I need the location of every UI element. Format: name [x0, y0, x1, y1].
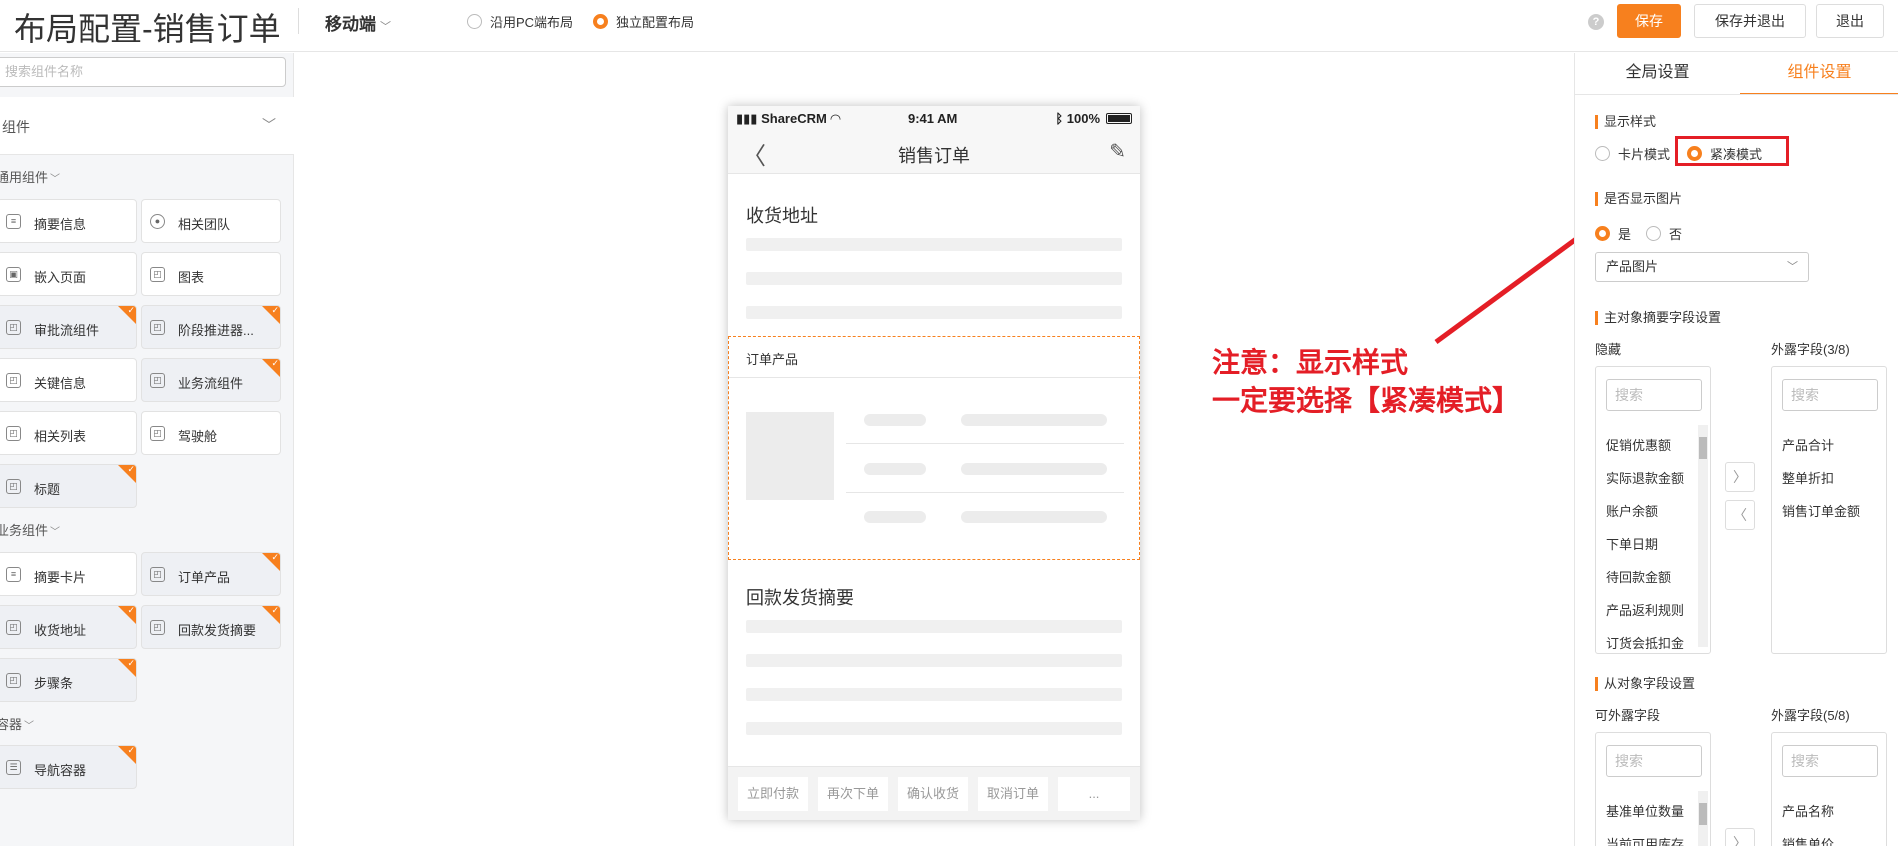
move-left-button[interactable]: 〈 — [1725, 500, 1755, 530]
list-item[interactable]: 产品名称 — [1782, 801, 1834, 820]
list-item[interactable]: 基准单位数量 — [1606, 801, 1684, 820]
list-item[interactable]: 促销优惠额 — [1606, 435, 1671, 454]
available-search-input[interactable]: 搜索 — [1606, 745, 1702, 777]
list-item[interactable]: 产品返利规则 — [1606, 600, 1684, 619]
list-item[interactable]: 整单折扣 — [1782, 468, 1834, 487]
list-item[interactable]: 当前可用库存 — [1606, 834, 1684, 846]
move-right-button[interactable]: 〉 — [1725, 462, 1755, 492]
option-label: 是 — [1618, 227, 1632, 242]
available-label: 可外露字段 — [1595, 708, 1661, 723]
list-item[interactable]: 产品合计 — [1782, 435, 1834, 454]
display-style-label: 显示样式 — [1595, 115, 1656, 129]
exposed-label: 外露字段(3/8) — [1771, 342, 1850, 357]
list-item[interactable]: 销售订单金额 — [1782, 501, 1860, 520]
chevron-down-icon: ﹀ — [1787, 261, 1798, 273]
list-item[interactable]: 账户余额 — [1606, 501, 1658, 520]
list-item[interactable]: 下单日期 — [1606, 534, 1658, 553]
chevron-right-icon: 〉 — [1733, 469, 1747, 485]
show-image-no[interactable]: 否 — [1646, 224, 1682, 243]
available-fields-list: 搜索 基准单位数量 当前可用库存 — [1595, 732, 1711, 846]
list-item[interactable]: 销售单价 — [1782, 834, 1834, 846]
exposed2-fields-list: 搜索 产品名称 销售单价 — [1771, 732, 1887, 846]
annotation-highlight-box — [1675, 136, 1789, 166]
hidden-search-input[interactable]: 搜索 — [1606, 379, 1702, 411]
tab-component-settings[interactable]: 组件设置 — [1740, 53, 1898, 95]
tab-divider — [1575, 94, 1898, 95]
select-value: 产品图片 — [1606, 259, 1659, 274]
list-item[interactable]: 待回款金额 — [1606, 567, 1671, 586]
list-item[interactable]: 订货会抵扣金 — [1606, 633, 1684, 652]
show-image-label: 是否显示图片 — [1595, 192, 1682, 206]
option-label: 否 — [1669, 227, 1683, 242]
radio-checked-icon — [1595, 226, 1610, 241]
chevron-left-icon: 〈 — [1733, 507, 1747, 523]
hidden-fields-list: 搜索 促销优惠额 实际退款金额 账户余额 下单日期 待回款金额 产品返利规则 订… — [1595, 366, 1711, 654]
radio-icon — [1595, 146, 1610, 161]
scrollbar[interactable] — [1698, 791, 1708, 846]
scrollbar-thumb[interactable] — [1699, 437, 1707, 459]
list-item[interactable]: 实际退款金额 — [1606, 468, 1684, 487]
scrollbar-thumb[interactable] — [1699, 803, 1707, 825]
radio-icon — [1646, 226, 1661, 241]
hidden-label: 隐藏 — [1595, 342, 1622, 357]
chevron-right-icon: 〉 — [1733, 835, 1747, 846]
exposed2-search-input[interactable]: 搜索 — [1782, 745, 1878, 777]
main-summary-label: 主对象摘要字段设置 — [1595, 311, 1721, 325]
scrollbar[interactable] — [1698, 425, 1708, 647]
move-right-button-2[interactable]: 〉 — [1725, 828, 1755, 846]
card-mode-option[interactable]: 卡片模式 — [1595, 144, 1670, 163]
show-image-yes[interactable]: 是 — [1595, 224, 1631, 243]
settings-panel: 全局设置 组件设置 显示样式 卡片模式 紧凑模式 是否显示图片 是 否 产品图片… — [1574, 53, 1898, 846]
image-field-select[interactable]: 产品图片 ﹀ — [1595, 252, 1809, 282]
exposed2-label: 外露字段(5/8) — [1771, 708, 1850, 723]
exposed-fields-list: 搜索 产品合计 整单折扣 销售订单金额 — [1771, 366, 1887, 654]
option-label: 卡片模式 — [1618, 147, 1671, 162]
tab-global-settings[interactable]: 全局设置 — [1575, 53, 1740, 95]
exposed-search-input[interactable]: 搜索 — [1782, 379, 1878, 411]
sub-field-label: 从对象字段设置 — [1595, 677, 1695, 691]
